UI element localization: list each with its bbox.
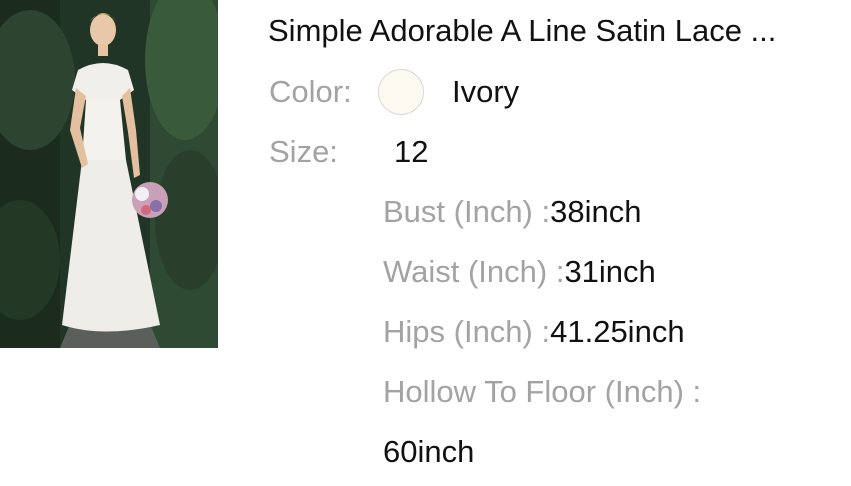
waist-value: 31inch: [564, 254, 656, 289]
hips-label: Hips (Inch) :: [383, 314, 551, 349]
waist-row: Waist (Inch) :31inch: [383, 251, 656, 293]
hollow-to-floor-row: Hollow To Floor (Inch) :: [383, 371, 701, 413]
hips-row: Hips (Inch) :41.25inch: [383, 311, 685, 353]
hollow-to-floor-label: Hollow To Floor (Inch) :: [383, 374, 702, 409]
bust-label: Bust (Inch) :: [383, 194, 551, 229]
size-label: Size:: [269, 134, 338, 169]
dress-photo-illustration: [0, 0, 218, 348]
product-image[interactable]: [0, 0, 218, 348]
hollow-to-floor-value: 60inch: [383, 434, 475, 469]
color-value-wrap: Ivory: [452, 71, 519, 113]
color-swatch[interactable]: [378, 69, 424, 115]
size-row: Size:: [269, 131, 338, 173]
size-value: 12: [394, 134, 429, 169]
bust-row: Bust (Inch) :38inch: [383, 191, 641, 233]
waist-label: Waist (Inch) :: [383, 254, 565, 289]
color-label: Color:: [269, 74, 352, 109]
color-row: Color:: [269, 71, 352, 113]
hollow-to-floor-value-wrap: 60inch: [383, 431, 474, 473]
product-title: Simple Adorable A Line Satin Lace ...: [268, 13, 777, 48]
hips-value: 41.25inch: [550, 314, 685, 349]
bust-value: 38inch: [550, 194, 642, 229]
size-value-wrap: 12: [394, 131, 428, 173]
color-value: Ivory: [452, 74, 520, 109]
